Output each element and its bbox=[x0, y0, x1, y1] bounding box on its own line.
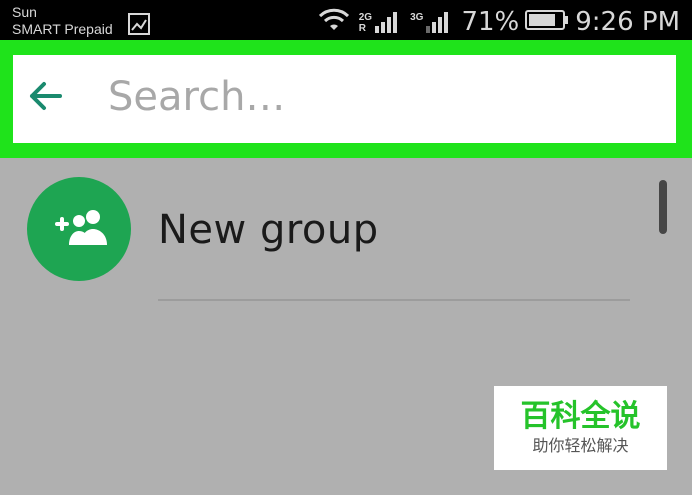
roaming-indicator: R bbox=[358, 23, 366, 34]
add-group-icon bbox=[55, 210, 107, 245]
status-bar: Sun SMART Prepaid 2G R 3G 71% 9:26 PM bbox=[0, 0, 692, 42]
network-type-2: 3G bbox=[410, 12, 424, 23]
clock: 9:26 PM bbox=[575, 7, 680, 37]
battery-icon bbox=[525, 9, 569, 36]
watermark: 百科全说 助你轻松解决 bbox=[494, 386, 667, 470]
search-input[interactable] bbox=[108, 70, 648, 124]
scrollbar[interactable] bbox=[659, 180, 667, 234]
network-type-1: 2G bbox=[358, 12, 373, 23]
carrier-plan: SMART Prepaid bbox=[12, 21, 113, 37]
wifi-icon bbox=[318, 8, 349, 37]
signal-icon: 2G R bbox=[359, 10, 400, 34]
battery-percent: 71% bbox=[461, 7, 520, 37]
new-group-avatar[interactable] bbox=[27, 177, 131, 281]
watermark-subtitle: 助你轻松解决 bbox=[532, 436, 629, 455]
carrier-info: Sun SMART Prepaid bbox=[12, 4, 113, 38]
signal-icon-2: 3G bbox=[410, 10, 451, 34]
status-icons: 2G R 3G 71% 9:26 PM bbox=[318, 6, 680, 38]
list-divider bbox=[158, 299, 630, 301]
watermark-title: 百科全说 bbox=[520, 399, 641, 434]
back-arrow-icon[interactable] bbox=[28, 80, 62, 117]
carrier-name: Sun bbox=[12, 4, 37, 20]
sim-icon bbox=[128, 13, 150, 40]
new-group-label[interactable]: New group bbox=[158, 207, 379, 253]
